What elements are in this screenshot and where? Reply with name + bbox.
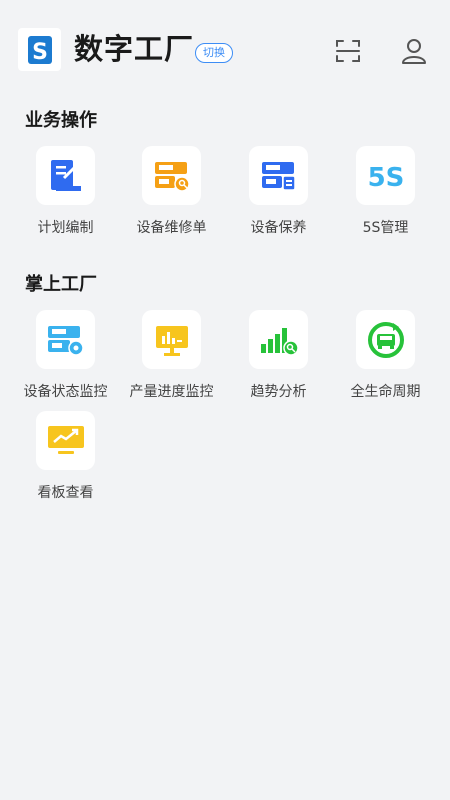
grid-item-output-progress[interactable]: 产量进度监控	[118, 310, 225, 401]
app-logo: S	[18, 28, 61, 71]
section-title-factory: 掌上工厂	[25, 274, 97, 295]
switch-button[interactable]: 切换	[195, 43, 233, 63]
svg-text:5S: 5S	[367, 163, 404, 191]
equipment-maintenance-icon	[249, 146, 308, 205]
equipment-status-monitor-icon	[36, 310, 95, 369]
grid-item-label: 产量进度监控	[129, 384, 214, 400]
app-title: 数字工厂	[74, 32, 195, 66]
grid-item-label: 设备状态监控	[23, 384, 108, 400]
5s-management-icon: 5S	[356, 146, 415, 205]
grid-item-label: 设备维修单	[136, 220, 207, 236]
scan-icon[interactable]	[333, 36, 363, 66]
lifecycle-icon	[356, 310, 415, 369]
plan-document-icon	[36, 146, 95, 205]
section-title-business: 业务操作	[25, 110, 97, 131]
grid-item-dashboard[interactable]: 看板查看	[12, 411, 119, 502]
grid-item-label: 全生命周期	[350, 384, 421, 400]
grid-item-equipment-status[interactable]: 设备状态监控	[12, 310, 119, 401]
grid-item-equipment-maintenance[interactable]: 设备保养	[225, 146, 332, 237]
output-progress-monitor-icon	[142, 310, 201, 369]
equipment-repair-icon	[142, 146, 201, 205]
grid-item-plan[interactable]: 计划编制	[12, 146, 119, 237]
grid-item-5s[interactable]: 5S 5S管理	[332, 146, 439, 237]
grid-item-equipment-repair[interactable]: 设备维修单	[118, 146, 225, 237]
trend-analysis-icon	[249, 310, 308, 369]
grid-item-label: 趋势分析	[250, 384, 307, 400]
svg-text:S: S	[32, 40, 48, 65]
header: S 数字工厂 切换	[0, 0, 450, 100]
grid-item-label: 设备保养	[250, 220, 307, 236]
grid-item-label: 5S管理	[362, 220, 409, 236]
dashboard-view-icon	[36, 411, 95, 470]
grid-item-trend-analysis[interactable]: 趋势分析	[225, 310, 332, 401]
grid-item-label: 看板查看	[37, 485, 94, 501]
grid-item-lifecycle[interactable]: 全生命周期	[332, 310, 439, 401]
user-profile-icon[interactable]	[399, 36, 429, 66]
grid-item-label: 计划编制	[37, 220, 94, 236]
